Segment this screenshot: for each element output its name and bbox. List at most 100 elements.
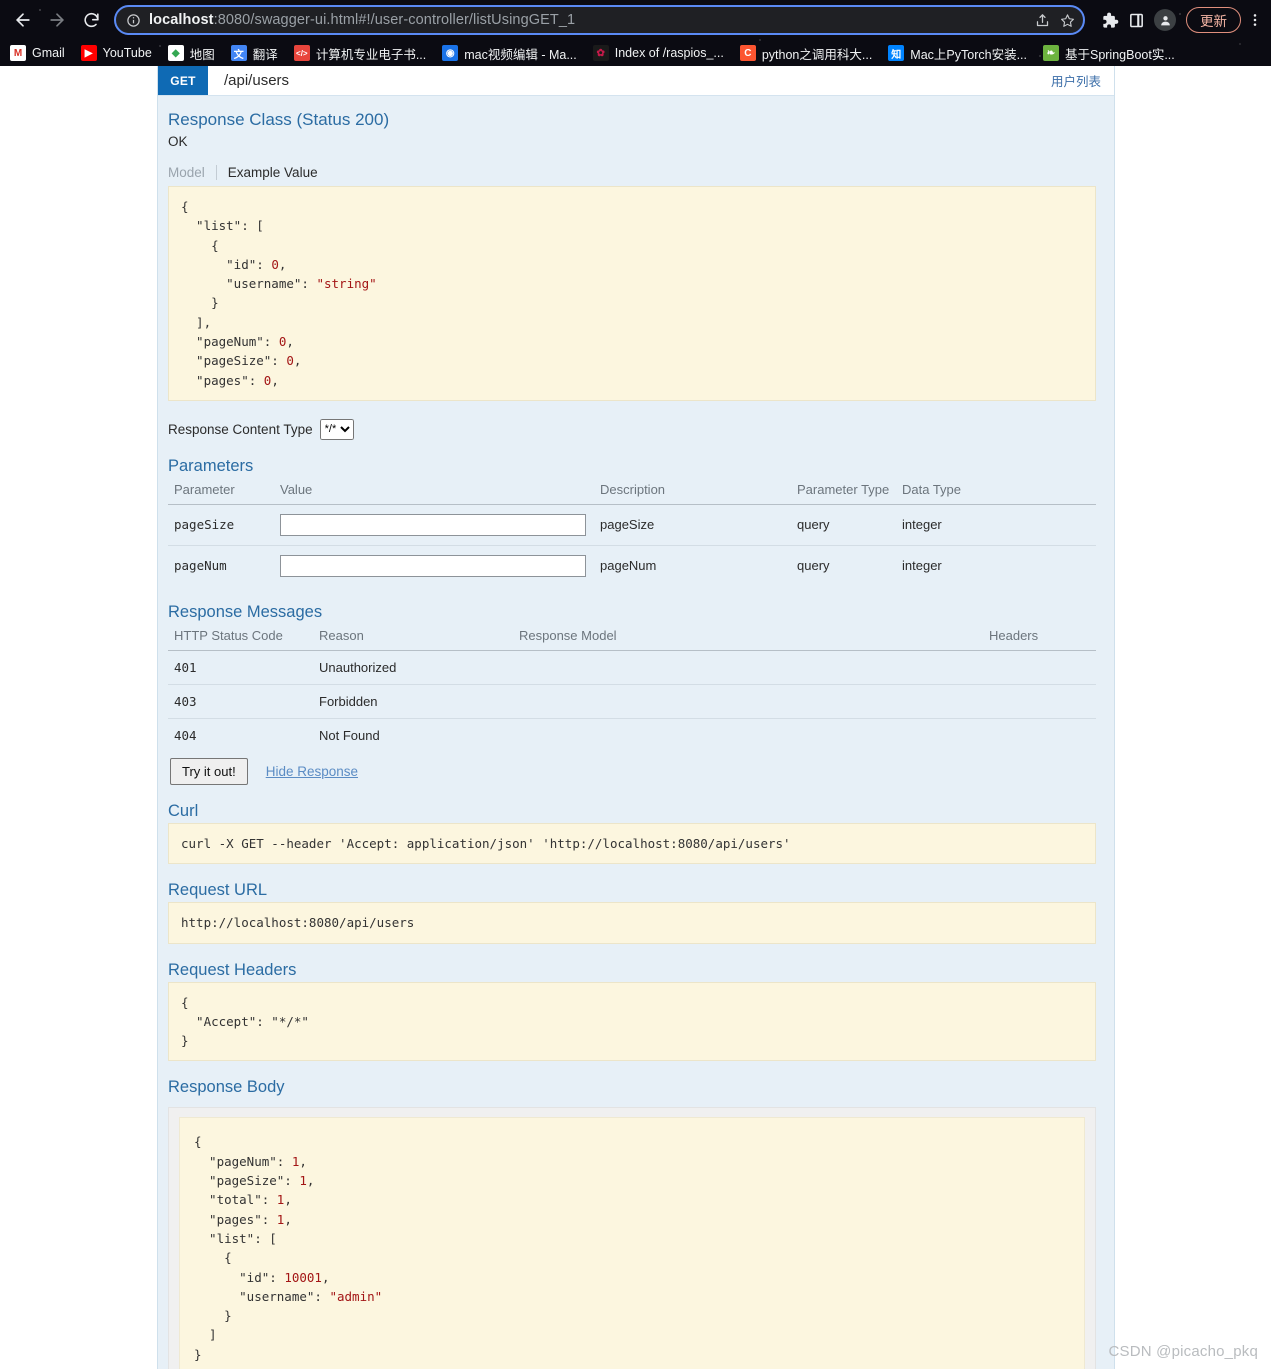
response-content-type-label: Response Content Type <box>168 421 313 437</box>
google-translate-icon: 文 <box>230 45 247 61</box>
bookmark-item[interactable]: ❧ 基于SpringBoot实... <box>1042 44 1175 63</box>
col-http-status-code: HTTP Status Code <box>168 623 313 651</box>
response-content-type-select[interactable]: */* <box>319 418 354 440</box>
pagenum-input[interactable] <box>280 554 586 577</box>
param-description: pageSize <box>594 504 791 546</box>
param-value-cell <box>274 504 594 546</box>
response-body-value: { "pageNum": 1, "pageSize": 1, "total": … <box>179 1117 1085 1369</box>
pagesize-input[interactable] <box>280 513 586 536</box>
col-parameter-type: Parameter Type <box>791 477 896 505</box>
bookmark-item[interactable]: M Gmail <box>10 45 65 61</box>
watermark: CSDN @picacho_pkq <box>1108 1343 1258 1360</box>
table-row: 404 Not Found <box>168 718 1096 752</box>
bookmark-label: Index of /raspios_... <box>614 46 724 60</box>
bookmark-item[interactable]: ◆ 地图 <box>167 44 215 63</box>
back-icon[interactable] <box>8 5 38 35</box>
response-class-title: Response Class (Status 200) <box>168 110 390 129</box>
page-viewport: GET /api/users 用户列表 Response Class (Stat… <box>0 66 1271 1369</box>
param-name: pageSize <box>168 504 274 546</box>
share-icon[interactable] <box>1035 13 1050 28</box>
operation-body: Response Class (Status 200) OK Model Exa… <box>158 96 1114 1369</box>
csdn-icon: C <box>739 45 756 61</box>
parameters-body: pageSize pageSize query integer pageNum … <box>168 504 1096 586</box>
bookmark-item[interactable]: 文翻译 <box>230 44 278 63</box>
profile-avatar[interactable] <box>1154 9 1176 31</box>
address-bar-text[interactable]: localhost:8080/swagger-ui.html#!/user-co… <box>149 12 1025 28</box>
bookmark-item[interactable]: ◉ mac视频编辑 - Ma... <box>442 44 577 63</box>
bookmark-label: Mac上PyTorch安装... <box>910 47 1027 62</box>
raspberry-pi-icon: ✿ <box>592 45 609 61</box>
param-datatype: integer <box>896 504 1096 546</box>
parameters-header-row: Parameter Value Description Parameter Ty… <box>168 477 1096 505</box>
status-reason: Not Found <box>319 727 380 743</box>
table-row: pageNum pageNum query integer <box>168 545 1096 586</box>
table-row: 403 Forbidden <box>168 684 1096 719</box>
bookmark-item[interactable]: </> 计算机专业电子书... <box>293 44 427 63</box>
bookmark-label: 基于SpringBoot实... <box>1064 47 1175 62</box>
model-example-tabs: Model Example Value <box>168 165 1096 180</box>
site-info-icon[interactable] <box>126 13 141 28</box>
bookmark-label: Gmail <box>32 46 65 60</box>
response-body-title: Response Body <box>168 1078 285 1097</box>
request-headers-title: Request Headers <box>168 960 297 979</box>
curl-command: curl -X GET --header 'Accept: applicatio… <box>168 822 1096 865</box>
status-headers <box>983 718 1096 752</box>
split-screen-icon[interactable] <box>1128 12 1145 29</box>
extensions-puzzle-icon[interactable] <box>1100 11 1119 30</box>
request-url-value: http://localhost:8080/api/users <box>168 902 1096 944</box>
tab-model[interactable]: Model <box>168 165 216 180</box>
example-value-code: { "list": [ { "id": 0, "username": "stri… <box>168 186 1096 401</box>
url-host: localhost <box>149 12 214 28</box>
bookmark-item[interactable]: Cpython之调用科大... <box>739 44 873 63</box>
swagger-operation-card: GET /api/users 用户列表 Response Class (Stat… <box>157 66 1115 1369</box>
update-button[interactable]: 更新 <box>1186 7 1241 33</box>
col-headers: Headers <box>983 623 1096 651</box>
param-value-cell <box>274 545 594 586</box>
col-parameter: Parameter <box>168 477 274 505</box>
param-datatype: integer <box>902 558 942 574</box>
bookmark-label: 计算机专业电子书... <box>315 47 427 62</box>
status-headers <box>983 684 1096 719</box>
status-model <box>513 684 983 719</box>
bookmark-star-icon[interactable] <box>1060 13 1075 28</box>
bookmark-label: YouTube <box>102 46 152 60</box>
parameters-title: Parameters <box>168 456 254 475</box>
forward-icon[interactable] <box>42 5 72 35</box>
status-reason: Unauthorized <box>313 650 513 685</box>
bookmark-item[interactable]: ▶ YouTube <box>80 45 152 61</box>
response-messages-header-row: HTTP Status Code Reason Response Model H… <box>168 623 1096 651</box>
bookmark-item[interactable]: 知 Mac上PyTorch安装... <box>888 44 1027 63</box>
response-messages-body: 401 Unauthorized 403 Forbidden 404 Not F… <box>168 650 1096 752</box>
table-row: pageSize pageSize query integer <box>168 504 1096 546</box>
bookmarks-bar: M Gmail ▶ YouTube ◆ 地图文翻译 </> 计算机专业电子书... ◉ mac视频… <box>0 40 1271 66</box>
code-icon: </> <box>293 45 310 61</box>
bookmark-item[interactable]: ✿ Index of /raspios_... <box>592 45 724 61</box>
operation-summary[interactable]: 用户列表 <box>1051 66 1114 95</box>
globe-icon: ◉ <box>442 45 459 61</box>
parameters-table: Parameter Value Description Parameter Ty… <box>168 477 1096 586</box>
try-it-out-button[interactable]: Try it out! <box>170 757 248 785</box>
curl-title: Curl <box>168 801 199 820</box>
bookmark-label: python之调用科大... <box>761 47 873 62</box>
browser-menu-icon[interactable] <box>1247 12 1263 28</box>
address-bar[interactable]: localhost:8080/swagger-ui.html#!/user-co… <box>114 5 1085 35</box>
col-response-model: Response Model <box>513 623 983 651</box>
reload-icon[interactable] <box>76 5 106 35</box>
param-type: query <box>797 558 830 574</box>
http-method-badge: GET <box>158 66 208 95</box>
table-row: 401 Unauthorized <box>168 650 1096 685</box>
param-type: query <box>791 504 896 546</box>
hide-response-link[interactable]: Hide Response <box>266 764 358 779</box>
browser-nav-row: localhost:8080/swagger-ui.html#!/user-co… <box>0 0 1271 40</box>
tab-example-value[interactable]: Example Value <box>215 165 329 180</box>
response-content-type-row: Response Content Type */* <box>168 418 1096 440</box>
operation-path[interactable]: /api/users <box>208 66 1051 95</box>
col-reason: Reason <box>313 623 513 651</box>
operation-header[interactable]: GET /api/users 用户列表 <box>158 66 1114 96</box>
status-code: 403 <box>168 684 313 719</box>
status-code: 401 <box>168 650 313 685</box>
response-messages-table: HTTP Status Code Reason Response Model H… <box>168 623 1096 752</box>
col-data-type: Data Type <box>896 477 1096 505</box>
status-model <box>513 718 983 752</box>
param-description: pageNum <box>600 558 657 574</box>
